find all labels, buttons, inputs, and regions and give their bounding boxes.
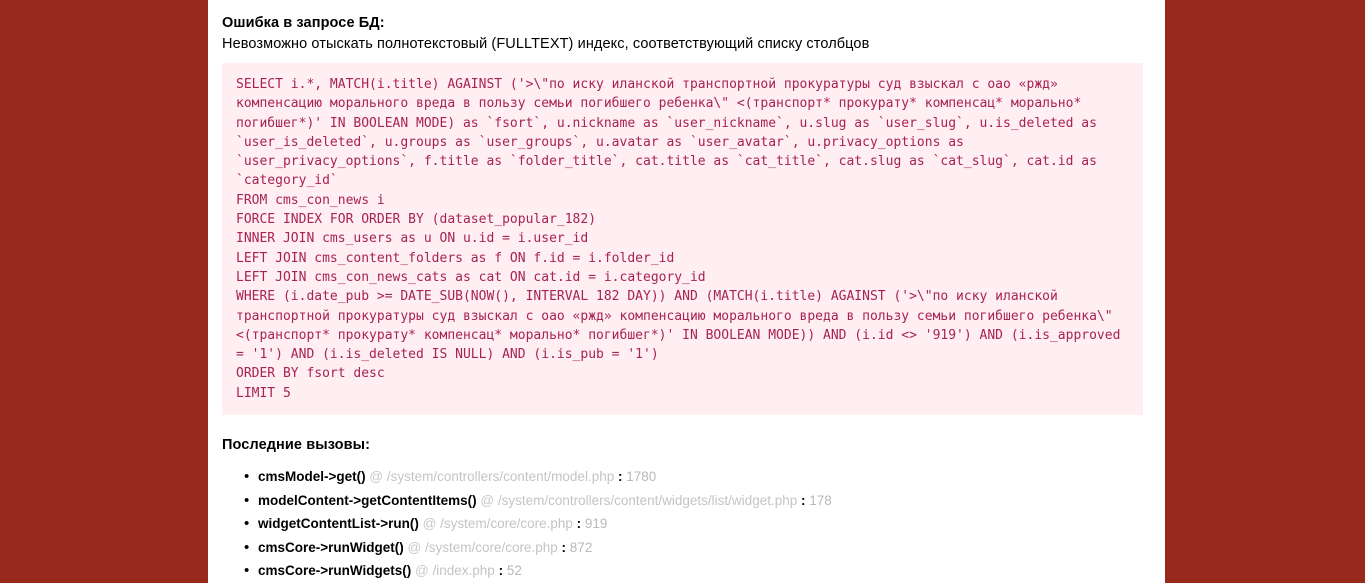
call-file-path: /system/controllers/content/model.php xyxy=(386,469,615,485)
error-page-body: { "theme": { "outer_background": "#97291… xyxy=(0,0,1365,583)
at-symbol: @ xyxy=(418,516,441,532)
path-line-separator: : xyxy=(572,516,585,532)
at-symbol: @ xyxy=(403,539,425,555)
call-line-number: 1780 xyxy=(626,469,657,485)
error-content: Ошибка в запросе БД: Невозможно отыскать… xyxy=(208,0,1165,583)
call-file-path: /system/core/core.php xyxy=(440,516,573,532)
path-line-separator: : xyxy=(797,492,810,508)
call-stack-item: modelContent->getContentItems() @ /syste… xyxy=(244,489,1165,513)
error-title: Ошибка в запросе БД: xyxy=(222,15,385,31)
call-stack-item: cmsCore->runWidgets() @ /index.php : 52 xyxy=(244,559,1165,583)
sql-query-block: SELECT i.*, MATCH(i.title) AGAINST ('>\"… xyxy=(222,63,1143,416)
call-stack-item: widgetContentList->run() @ /system/core/… xyxy=(244,512,1165,536)
error-message: Невозможно отыскать полнотекстовый (FULL… xyxy=(222,36,870,52)
call-function-name: cmsCore->runWidgets() xyxy=(258,563,412,579)
call-line-number: 872 xyxy=(569,539,593,555)
call-line-number: 52 xyxy=(506,563,522,579)
last-calls-heading: Последние вызовы: xyxy=(222,437,371,454)
call-file-path: /system/controllers/content/widgets/list… xyxy=(497,492,798,508)
error-page-container: Ошибка в запросе БД: Невозможно отыскать… xyxy=(208,0,1165,583)
path-line-separator: : xyxy=(494,563,507,579)
call-file-path: /index.php xyxy=(432,563,495,579)
at-symbol: @ xyxy=(411,563,433,579)
at-symbol: @ xyxy=(476,492,498,508)
call-function-name: cmsModel->get() xyxy=(258,469,366,485)
call-stack-list: cmsModel->get() @ /system/controllers/co… xyxy=(222,465,1165,583)
call-line-number: 178 xyxy=(809,492,832,508)
call-function-name: modelContent->getContentItems() xyxy=(258,492,477,508)
call-line-number: 919 xyxy=(584,516,608,532)
call-function-name: cmsCore->runWidget() xyxy=(258,539,404,555)
path-line-separator: : xyxy=(614,469,627,485)
call-stack-item: cmsCore->runWidget() @ /system/core/core… xyxy=(244,536,1165,560)
call-function-name: widgetContentList->run() xyxy=(258,516,419,532)
call-stack-item: cmsModel->get() @ /system/controllers/co… xyxy=(244,465,1165,489)
path-line-separator: : xyxy=(557,539,570,555)
at-symbol: @ xyxy=(365,469,387,485)
call-file-path: /system/core/core.php xyxy=(424,539,558,555)
